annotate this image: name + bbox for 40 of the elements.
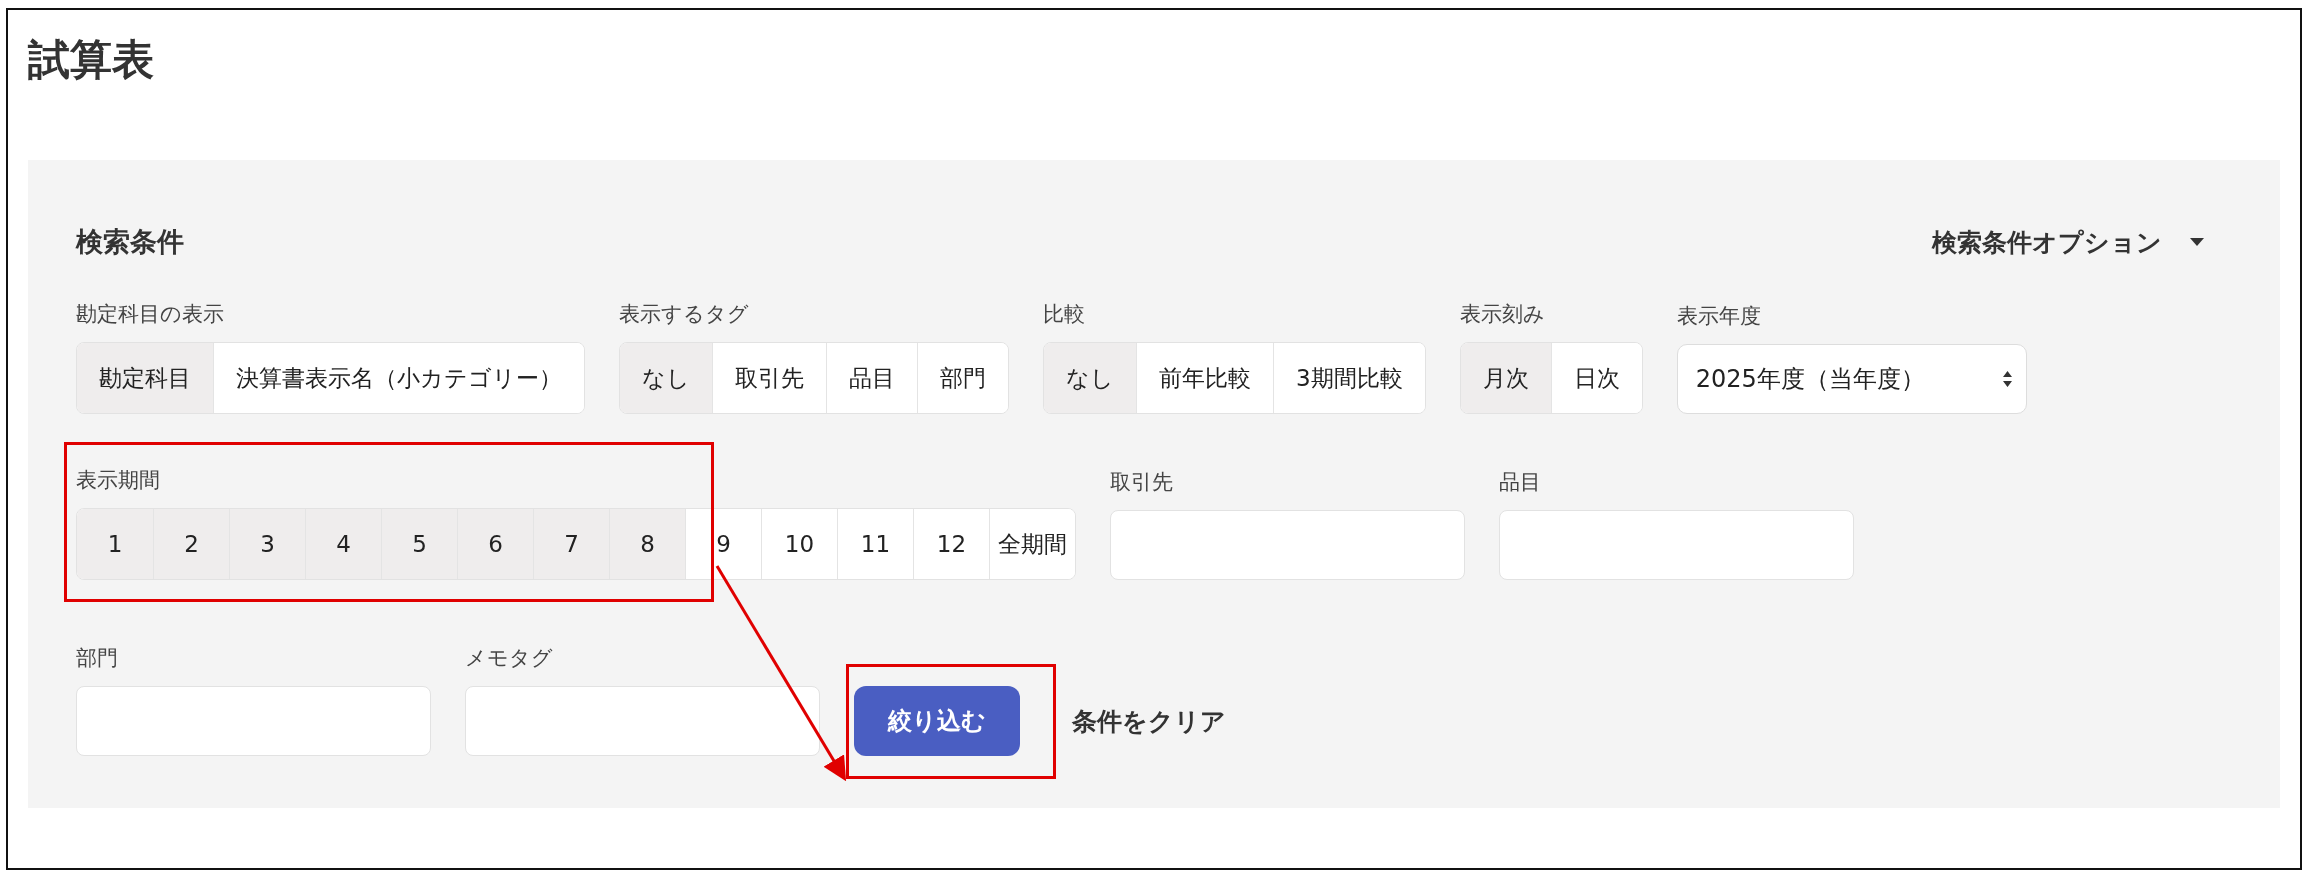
segment-option[interactable]: 7 xyxy=(533,509,609,579)
field-label: 取引先 xyxy=(1110,469,1174,496)
segment-option[interactable]: 全期間 xyxy=(989,509,1075,579)
segment-option[interactable]: 3 xyxy=(229,509,305,579)
segment-option[interactable]: 月次 xyxy=(1460,343,1551,413)
filter-button[interactable]: 絞り込む xyxy=(854,686,1020,756)
input-field[interactable] xyxy=(1110,510,1465,580)
field-label: 表示するタグ xyxy=(619,301,750,328)
field-label: 勘定科目の表示 xyxy=(76,301,225,328)
field-label: 部門 xyxy=(76,645,119,672)
segment-option[interactable]: 8 xyxy=(609,509,685,579)
input-field[interactable] xyxy=(465,686,820,756)
segment-option[interactable]: なし xyxy=(1044,343,1136,413)
field-label: 表示年度 xyxy=(1676,303,1762,330)
field-label: 表示刻み xyxy=(1459,301,1546,328)
select-value: 2025年度（当年度） xyxy=(1695,364,1925,395)
clear-conditions-button[interactable]: 条件をクリア xyxy=(1054,686,1226,756)
segment-option[interactable]: 2 xyxy=(153,509,229,579)
segment-option[interactable]: 6 xyxy=(457,509,533,579)
input-field[interactable] xyxy=(76,686,431,756)
section-title: 検索条件 xyxy=(76,225,184,259)
field-label: メモタグ xyxy=(465,645,554,672)
field-label: 表示期間 xyxy=(76,467,161,494)
segment-option[interactable]: 3期間比較 xyxy=(1273,343,1425,413)
options-toggle[interactable]: 検索条件オプション xyxy=(1932,225,2232,259)
segment-option[interactable]: 部門 xyxy=(917,343,1008,413)
year-select[interactable]: 2025年度（当年度） xyxy=(1676,344,2027,414)
field-label: 比較 xyxy=(1043,301,1086,328)
segment-option[interactable]: 5 xyxy=(381,509,457,579)
caret-icon xyxy=(2190,238,2204,246)
input-field[interactable] xyxy=(1499,510,1854,580)
segment-option[interactable]: 決算書表示名（小カテゴリー） xyxy=(213,343,584,413)
segment-option[interactable]: なし xyxy=(620,343,712,413)
segment-option[interactable]: 日次 xyxy=(1550,343,1642,413)
segment-option[interactable]: 勘定科目 xyxy=(77,343,213,413)
segment-option[interactable]: 4 xyxy=(305,509,381,579)
page-title: 試算表 xyxy=(28,34,155,86)
up-down-icon xyxy=(2002,371,2012,387)
field-label: 品目 xyxy=(1499,469,1542,496)
segment-option[interactable]: 1 xyxy=(77,509,153,579)
